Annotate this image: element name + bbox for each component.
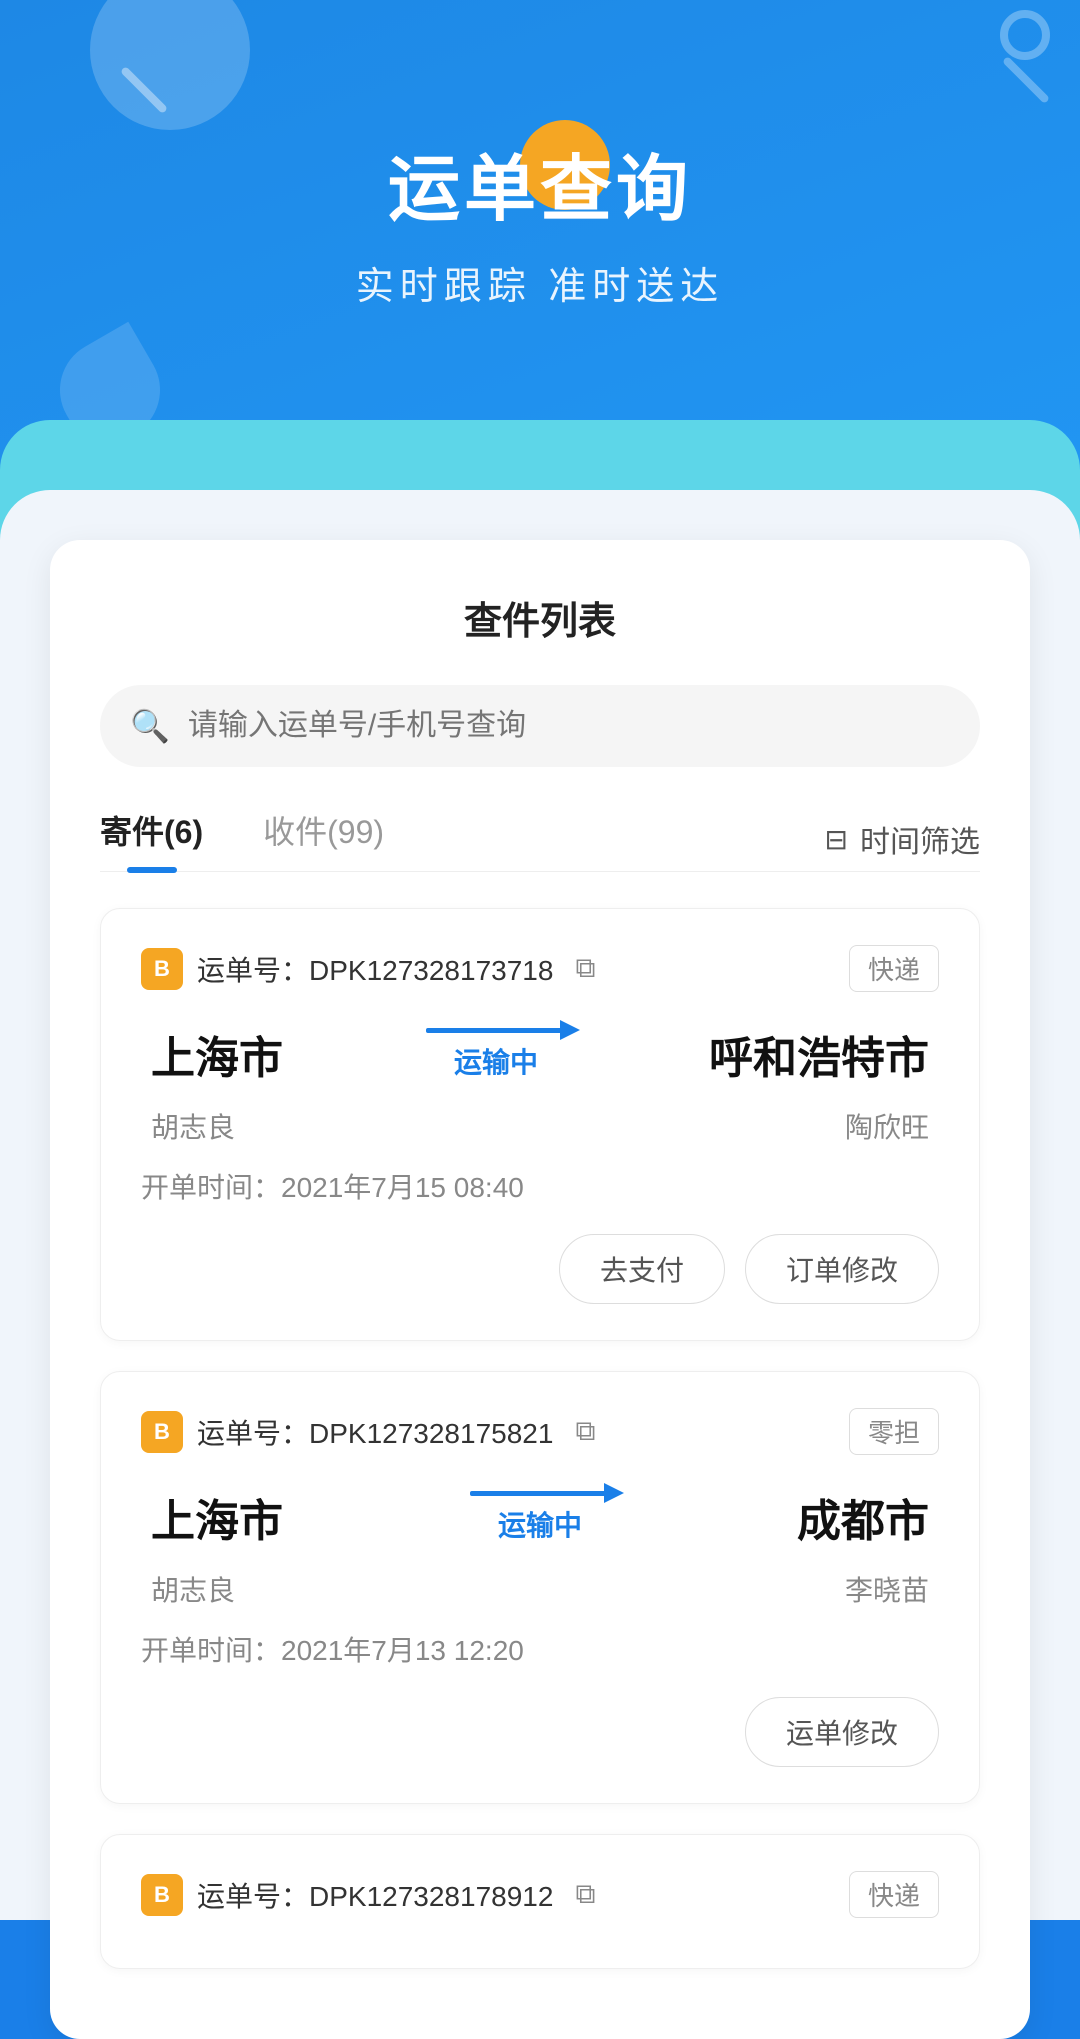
search-icon: 🔍 xyxy=(130,707,170,745)
route-status-2: 运输中 xyxy=(498,1504,582,1544)
filter-button[interactable]: ⊟ 时间筛选 xyxy=(825,817,980,861)
from-city-2: 上海市 xyxy=(151,1485,283,1549)
header-title: 运单查询 xyxy=(0,130,1080,235)
from-city-1: 上海市 xyxy=(151,1022,283,1086)
from-person-1: 胡志良 xyxy=(151,1106,235,1146)
to-person-1: 陶欣旺 xyxy=(845,1106,929,1146)
main-card-area: 查件列表 🔍 寄件(6) 收件(99) ⊟ 时间筛选 xyxy=(0,490,1080,1920)
copy-icon-1[interactable]: ⧉ xyxy=(575,952,595,985)
deco-circle-top-left xyxy=(90,0,250,130)
header-content: 运单查询 实时跟踪 准时送达 xyxy=(0,130,1080,310)
card-header-2: B 运单号：DPK127328175821 ⧉ 零担 xyxy=(141,1408,939,1455)
shipment-card-1: B 运单号：DPK127328173718 ⧉ 快递 上海市 运输中 xyxy=(100,908,980,1341)
header-subtitle: 实时跟踪 准时送达 xyxy=(0,255,1080,310)
shipment-card-2: B 运单号：DPK127328175821 ⧉ 零担 上海市 运输中 xyxy=(100,1371,980,1804)
card-actions-1: 去支付 订单修改 xyxy=(141,1234,939,1304)
card-header-1: B 运单号：DPK127328173718 ⧉ 快递 xyxy=(141,945,939,992)
card-actions-2: 运单修改 xyxy=(141,1697,939,1767)
order-icon-2: B xyxy=(141,1411,183,1453)
route-names-row-1: 胡志良 陶欣旺 xyxy=(141,1106,939,1146)
list-title: 查件列表 xyxy=(100,590,980,645)
order-number-3: 运单号：DPK127328178912 xyxy=(197,1875,553,1915)
tab-receive[interactable]: 收件(99) xyxy=(263,807,384,871)
order-number-1: 运单号：DPK127328173718 xyxy=(197,949,553,989)
modify-button-2[interactable]: 运单修改 xyxy=(745,1697,939,1767)
route-arrow-2 xyxy=(470,1491,610,1496)
search-input[interactable] xyxy=(188,709,950,743)
to-city-1: 呼和浩特市 xyxy=(709,1022,929,1086)
route-arrow-1 xyxy=(426,1028,566,1033)
order-icon-1: B xyxy=(141,948,183,990)
card-header-left-3: B 运单号：DPK127328178912 ⧉ xyxy=(141,1874,595,1916)
tag-badge-1: 快递 xyxy=(849,945,939,992)
arrow-line-1 xyxy=(426,1028,566,1033)
card-header-left-1: B 运单号：DPK127328173718 ⧉ xyxy=(141,948,595,990)
to-city-2: 成都市 xyxy=(797,1485,929,1549)
order-number-2: 运单号：DPK127328175821 xyxy=(197,1412,553,1452)
list-card: 查件列表 🔍 寄件(6) 收件(99) ⊟ 时间筛选 xyxy=(50,540,1030,2039)
arrow-line-2 xyxy=(470,1491,610,1496)
open-time-2: 开单时间：2021年7月13 12:20 xyxy=(141,1629,939,1669)
route-row-1: 上海市 运输中 呼和浩特市 xyxy=(141,1022,939,1086)
deco-circle-top-right xyxy=(1000,10,1050,60)
tag-badge-2: 零担 xyxy=(849,1408,939,1455)
deco-slash-top-right xyxy=(1002,56,1050,104)
route-status-1: 运输中 xyxy=(454,1041,538,1081)
route-names-row-2: 胡志良 李晓苗 xyxy=(141,1569,939,1609)
tabs-row: 寄件(6) 收件(99) ⊟ 时间筛选 xyxy=(100,807,980,872)
pay-button-1[interactable]: 去支付 xyxy=(559,1234,725,1304)
from-person-2: 胡志良 xyxy=(151,1569,235,1609)
page-root: 运单查询 实时跟踪 准时送达 查件列表 🔍 寄件(6) 收件(99) xyxy=(0,0,1080,1920)
order-icon-3: B xyxy=(141,1874,183,1916)
tab-send[interactable]: 寄件(6) xyxy=(100,807,203,871)
card-header-3: B 运单号：DPK127328178912 ⧉ 快递 xyxy=(141,1871,939,1918)
copy-icon-2[interactable]: ⧉ xyxy=(575,1415,595,1448)
copy-icon-3[interactable]: ⧉ xyxy=(575,1878,595,1911)
search-bar[interactable]: 🔍 xyxy=(100,685,980,767)
tag-badge-3: 快递 xyxy=(849,1871,939,1918)
route-middle-2: 运输中 xyxy=(283,1491,797,1544)
open-time-1: 开单时间：2021年7月15 08:40 xyxy=(141,1166,939,1206)
shipment-card-3: B 运单号：DPK127328178912 ⧉ 快递 xyxy=(100,1834,980,1969)
filter-icon: ⊟ xyxy=(825,823,848,856)
route-middle-1: 运输中 xyxy=(283,1028,709,1081)
to-person-2: 李晓苗 xyxy=(845,1569,929,1609)
card-header-left-2: B 运单号：DPK127328175821 ⧉ xyxy=(141,1411,595,1453)
route-row-2: 上海市 运输中 成都市 xyxy=(141,1485,939,1549)
modify-button-1[interactable]: 订单修改 xyxy=(745,1234,939,1304)
